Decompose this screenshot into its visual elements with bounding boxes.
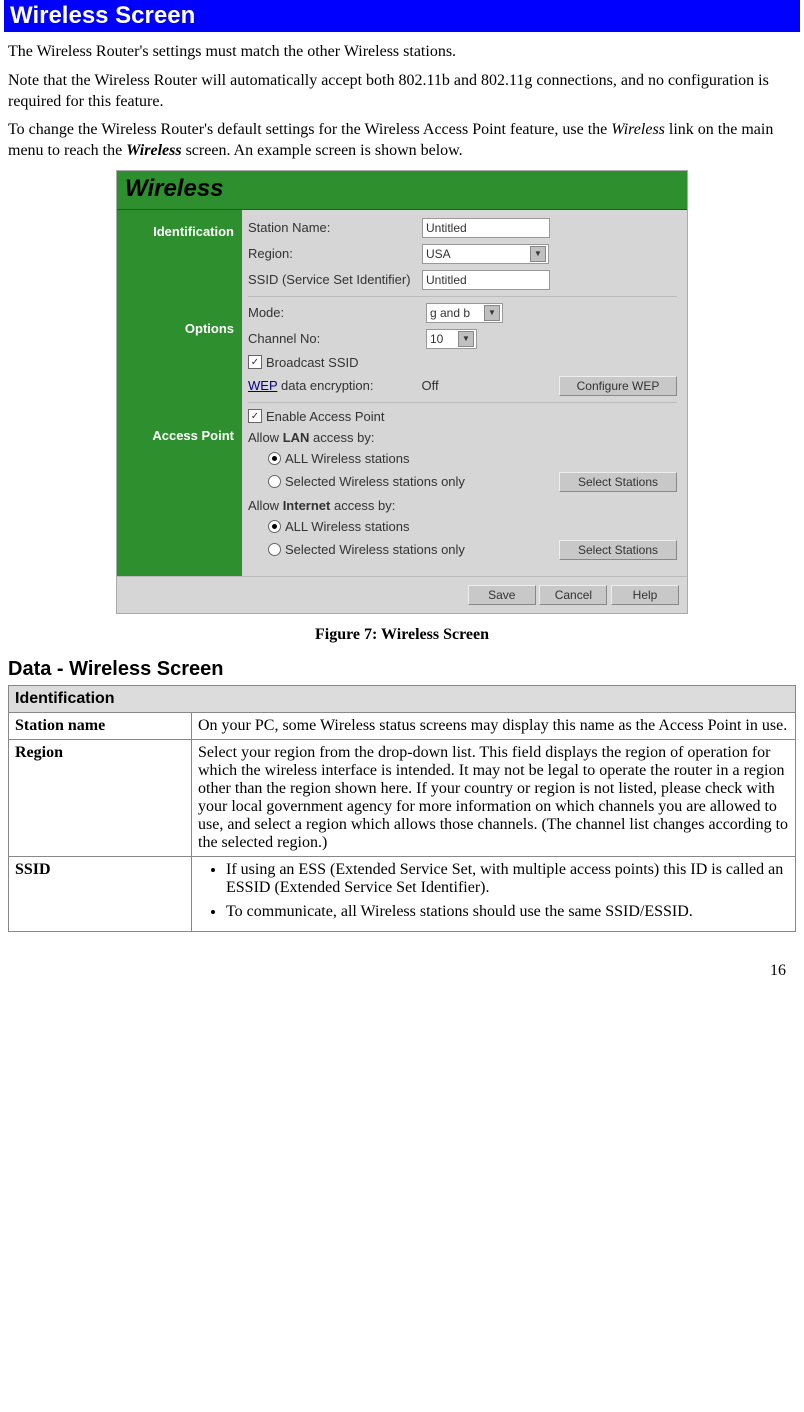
row-label-ssid: SSID [9, 856, 192, 931]
wep-label: WEP data encryption: [248, 378, 374, 393]
intro-p3-pre: To change the Wireless Router's default … [8, 121, 611, 138]
mode-select[interactable]: g and b ▼ [426, 303, 503, 323]
internet-selected-label: Selected Wireless stations only [285, 542, 465, 557]
row-desc-region: Select your region from the drop-down li… [192, 739, 796, 856]
checkbox-icon: ✓ [248, 409, 262, 423]
intro-p3-em1: Wireless [611, 121, 665, 138]
lan-select-stations-button[interactable]: Select Stations [559, 472, 677, 492]
region-label: Region: [248, 246, 418, 261]
internet-all-radio[interactable]: ALL Wireless stations [268, 519, 410, 534]
ssid-label: SSID (Service Set Identifier) [248, 272, 418, 287]
channel-select[interactable]: 10 ▼ [426, 329, 477, 349]
page-number: 16 [4, 932, 800, 988]
section-access-point: Access Point [117, 428, 242, 443]
row-label-station: Station name [9, 712, 192, 739]
broadcast-ssid-label: Broadcast SSID [266, 355, 359, 370]
wireless-screen-figure: Wireless Identification Options Access P… [116, 170, 688, 614]
table-row: Region Select your region from the drop-… [9, 739, 796, 856]
section-identification: Identification [117, 224, 242, 239]
page-title-bar: Wireless Screen [4, 0, 800, 32]
ssid-bullet-2: To communicate, all Wireless stations sh… [226, 903, 789, 921]
configure-wep-button[interactable]: Configure WEP [559, 376, 677, 396]
channel-label: Channel No: [248, 331, 348, 346]
radio-icon [268, 543, 281, 556]
figure-wrap: Wireless Identification Options Access P… [4, 170, 800, 614]
row-label-region: Region [9, 739, 192, 856]
wep-status: Off [422, 378, 439, 393]
allow-lan-bold: LAN [283, 430, 310, 445]
intro-p2: Note that the Wireless Router will autom… [8, 71, 796, 113]
allow-lan-pre: Allow [248, 430, 283, 445]
wep-link[interactable]: WEP [248, 378, 277, 393]
lan-all-radio[interactable]: ALL Wireless stations [268, 451, 410, 466]
mode-value: g and b [430, 306, 470, 320]
row-desc-station: On your PC, some Wireless status screens… [192, 712, 796, 739]
internet-select-stations-button[interactable]: Select Stations [559, 540, 677, 560]
intro-p1: The Wireless Router's settings must matc… [8, 42, 796, 63]
figure-bottom-buttons: Save Cancel Help [117, 576, 687, 613]
chevron-down-icon: ▼ [484, 305, 500, 321]
intro-p3-em2: Wireless [126, 142, 181, 159]
table-row: SSID If using an ESS (Extended Service S… [9, 856, 796, 931]
lan-all-label: ALL Wireless stations [285, 451, 410, 466]
figure-body: Identification Options Access Point Stat… [117, 210, 687, 576]
section-options: Options [117, 321, 242, 336]
allow-internet-pre: Allow [248, 498, 283, 513]
chevron-down-icon: ▼ [530, 246, 546, 262]
station-name-input[interactable]: Untitled [422, 218, 550, 238]
allow-lan-post: access by: [309, 430, 374, 445]
allow-internet-bold: Internet [283, 498, 331, 513]
ssid-bullet-1: If using an ESS (Extended Service Set, w… [226, 861, 789, 897]
table-row: Station name On your PC, some Wireless s… [9, 712, 796, 739]
table-sub-header: Identification [9, 685, 796, 712]
lan-selected-radio[interactable]: Selected Wireless stations only [268, 474, 465, 489]
ssid-input[interactable]: Untitled [422, 270, 550, 290]
wep-rest: data encryption: [277, 378, 373, 393]
intro-p3: To change the Wireless Router's default … [8, 120, 796, 162]
internet-all-label: ALL Wireless stations [285, 519, 410, 534]
figure-form: Station Name: Untitled Region: USA ▼ SSI… [242, 210, 687, 576]
enable-ap-checkbox[interactable]: ✓ Enable Access Point [248, 409, 385, 424]
mode-label: Mode: [248, 305, 348, 320]
data-section-heading: Data - Wireless Screen [8, 658, 796, 681]
row-desc-ssid: If using an ESS (Extended Service Set, w… [192, 856, 796, 931]
channel-value: 10 [430, 332, 443, 346]
region-select[interactable]: USA ▼ [422, 244, 549, 264]
broadcast-ssid-checkbox[interactable]: ✓ Broadcast SSID [248, 355, 359, 370]
intro-p3-post: screen. An example screen is shown below… [182, 142, 463, 159]
region-value: USA [426, 247, 451, 261]
station-name-label: Station Name: [248, 220, 418, 235]
help-button[interactable]: Help [611, 585, 679, 605]
allow-internet-post: access by: [330, 498, 395, 513]
radio-icon [268, 475, 281, 488]
chevron-down-icon: ▼ [458, 331, 474, 347]
lan-selected-label: Selected Wireless stations only [285, 474, 465, 489]
internet-selected-radio[interactable]: Selected Wireless stations only [268, 542, 465, 557]
radio-icon [268, 452, 281, 465]
radio-icon [268, 520, 281, 533]
figure-caption: Figure 7: Wireless Screen [4, 626, 800, 644]
figure-title: Wireless [117, 171, 687, 210]
checkbox-icon: ✓ [248, 355, 262, 369]
figure-left-nav: Identification Options Access Point [117, 210, 242, 576]
page-title: Wireless Screen [10, 2, 195, 29]
cancel-button[interactable]: Cancel [539, 585, 607, 605]
data-table: Identification Station name On your PC, … [8, 685, 796, 932]
enable-ap-label: Enable Access Point [266, 409, 385, 424]
allow-lan-label: Allow LAN access by: [248, 430, 374, 445]
save-button[interactable]: Save [468, 585, 536, 605]
allow-internet-label: Allow Internet access by: [248, 498, 395, 513]
